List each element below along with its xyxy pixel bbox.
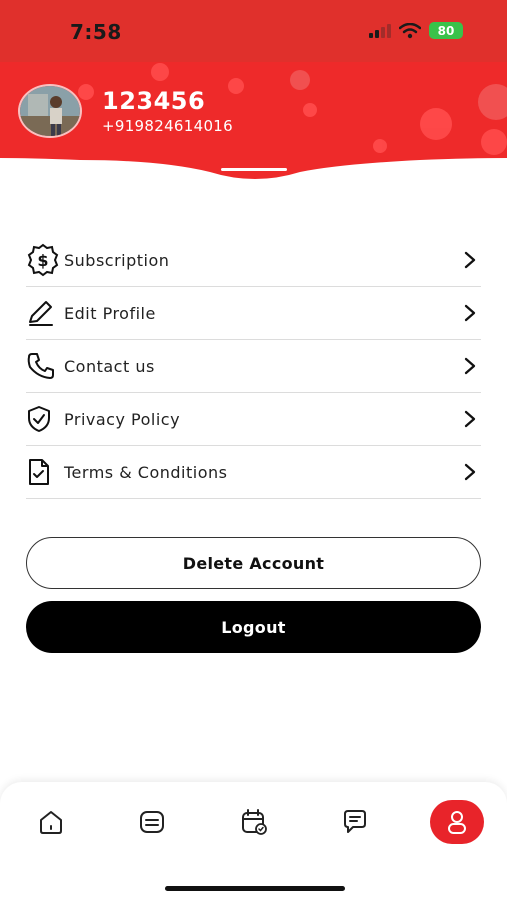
dollar-badge-icon: $ [26, 243, 60, 277]
chevron-right-icon [464, 410, 476, 428]
settings-menu: $ Subscription Edit Profile Contact us P… [26, 234, 481, 499]
cellular-signal-icon [369, 23, 391, 38]
status-bar: 7:58 80 [0, 0, 507, 62]
chevron-right-icon [464, 304, 476, 322]
logout-label: Logout [221, 617, 286, 637]
menu-label-contact-us: Contact us [64, 356, 155, 376]
menu-item-edit-profile[interactable]: Edit Profile [26, 287, 481, 340]
pen-icon [26, 296, 60, 330]
home-icon [40, 811, 62, 834]
nav-calendar[interactable] [234, 802, 274, 842]
document-check-icon [26, 455, 60, 489]
chevron-right-icon [464, 463, 476, 481]
shield-check-icon [26, 402, 60, 436]
nav-home[interactable] [31, 802, 71, 842]
status-icons: 80 [369, 22, 463, 39]
profile-name: 123456 [102, 87, 206, 115]
delete-account-label: Delete Account [182, 553, 325, 573]
profile-header: 7:58 80 123456 +919824614016 [0, 0, 507, 190]
nav-chat[interactable] [335, 802, 375, 842]
profile-icon [448, 811, 466, 834]
chevron-right-icon [464, 357, 476, 375]
svg-text:$: $ [37, 251, 48, 270]
chevron-right-icon [464, 251, 476, 269]
menu-item-contact-us[interactable]: Contact us [26, 340, 481, 393]
nav-profile[interactable] [430, 800, 484, 844]
menu-item-privacy-policy[interactable]: Privacy Policy [26, 393, 481, 446]
phone-icon [26, 349, 60, 383]
calendar-icon [242, 809, 267, 835]
wifi-icon [399, 22, 421, 38]
menu-item-subscription[interactable]: $ Subscription [26, 234, 481, 287]
menu-label-terms-conditions: Terms & Conditions [64, 462, 228, 482]
profile-summary: 123456 +919824614016 [18, 84, 233, 138]
profile-phone: +919824614016 [102, 117, 233, 135]
avatar[interactable] [18, 84, 82, 138]
battery-level: 80 [437, 23, 455, 38]
list-icon [140, 811, 164, 833]
battery-indicator: 80 [429, 22, 463, 39]
drag-handle[interactable] [221, 168, 287, 171]
menu-label-edit-profile: Edit Profile [64, 303, 156, 323]
menu-label-subscription: Subscription [64, 250, 170, 270]
menu-item-terms-conditions[interactable]: Terms & Conditions [26, 446, 481, 499]
menu-label-privacy-policy: Privacy Policy [64, 409, 181, 429]
home-indicator [165, 886, 345, 891]
nav-list[interactable] [132, 802, 172, 842]
chat-icon [344, 810, 366, 833]
delete-account-button[interactable]: Delete Account [26, 537, 481, 589]
status-time: 7:58 [70, 20, 122, 44]
bottom-navigation [0, 782, 507, 900]
avatar-photo-icon [20, 86, 80, 136]
profile-info: 123456 +919824614016 [102, 87, 233, 135]
logout-button[interactable]: Logout [26, 601, 481, 653]
